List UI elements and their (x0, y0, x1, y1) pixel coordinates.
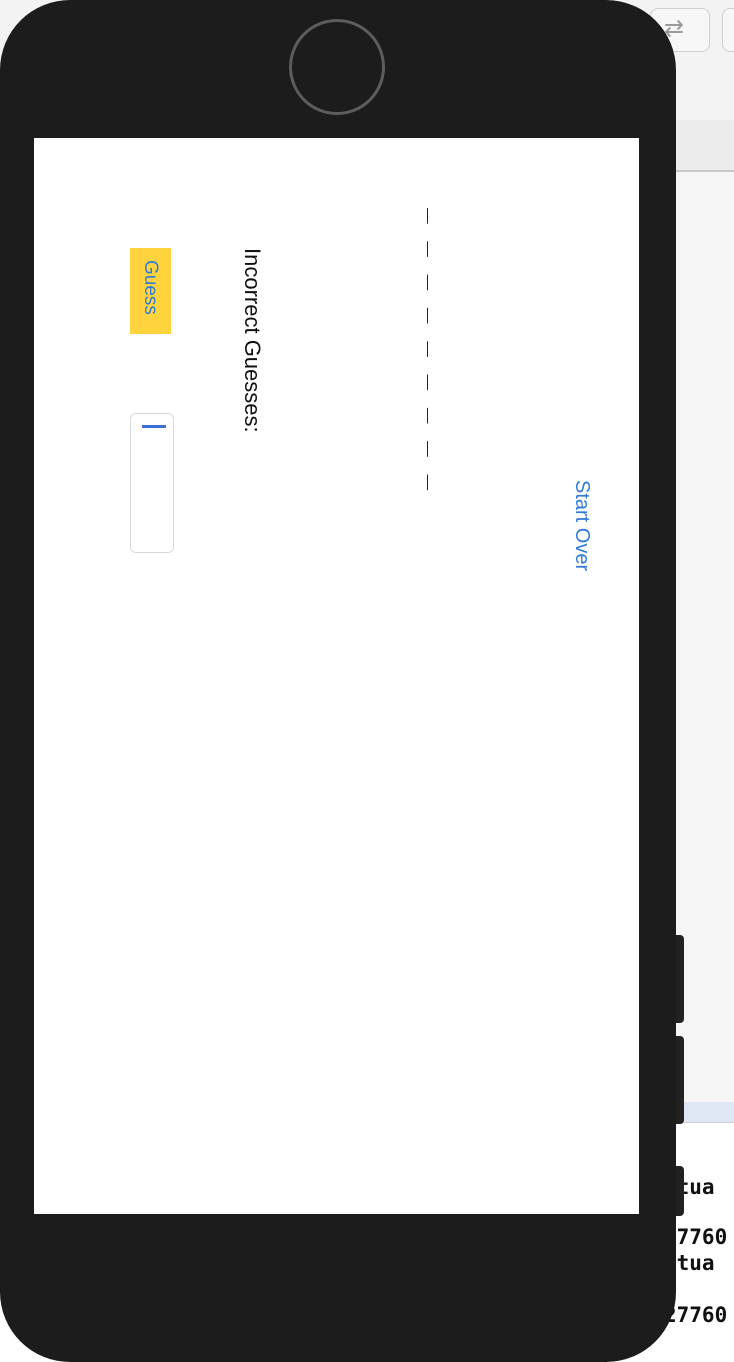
guess-input[interactable] (130, 413, 174, 553)
guess-button-label: Guess (140, 260, 161, 315)
simulator-backdrop: ⇄ ctua 27760 ctua 27760 _ _ _ _ _ _ _ _ … (0, 0, 734, 1362)
word-blanks: _ _ _ _ _ _ _ _ _ (426, 208, 456, 492)
text-caret (142, 425, 166, 428)
toolbar-button-secondary[interactable] (722, 8, 734, 52)
start-over-button[interactable]: Start Over (570, 480, 593, 571)
guess-button[interactable]: Guess (130, 248, 171, 334)
home-button-ring[interactable] (289, 19, 385, 115)
incorrect-guesses-label: Incorrect Guesses: (240, 248, 265, 433)
editor-panel (676, 172, 734, 1102)
app-screen: _ _ _ _ _ _ _ _ _ Start Over Incorrect G… (34, 138, 639, 1214)
selection-strip (676, 1102, 734, 1122)
device-frame: _ _ _ _ _ _ _ _ _ Start Over Incorrect G… (0, 0, 676, 1362)
